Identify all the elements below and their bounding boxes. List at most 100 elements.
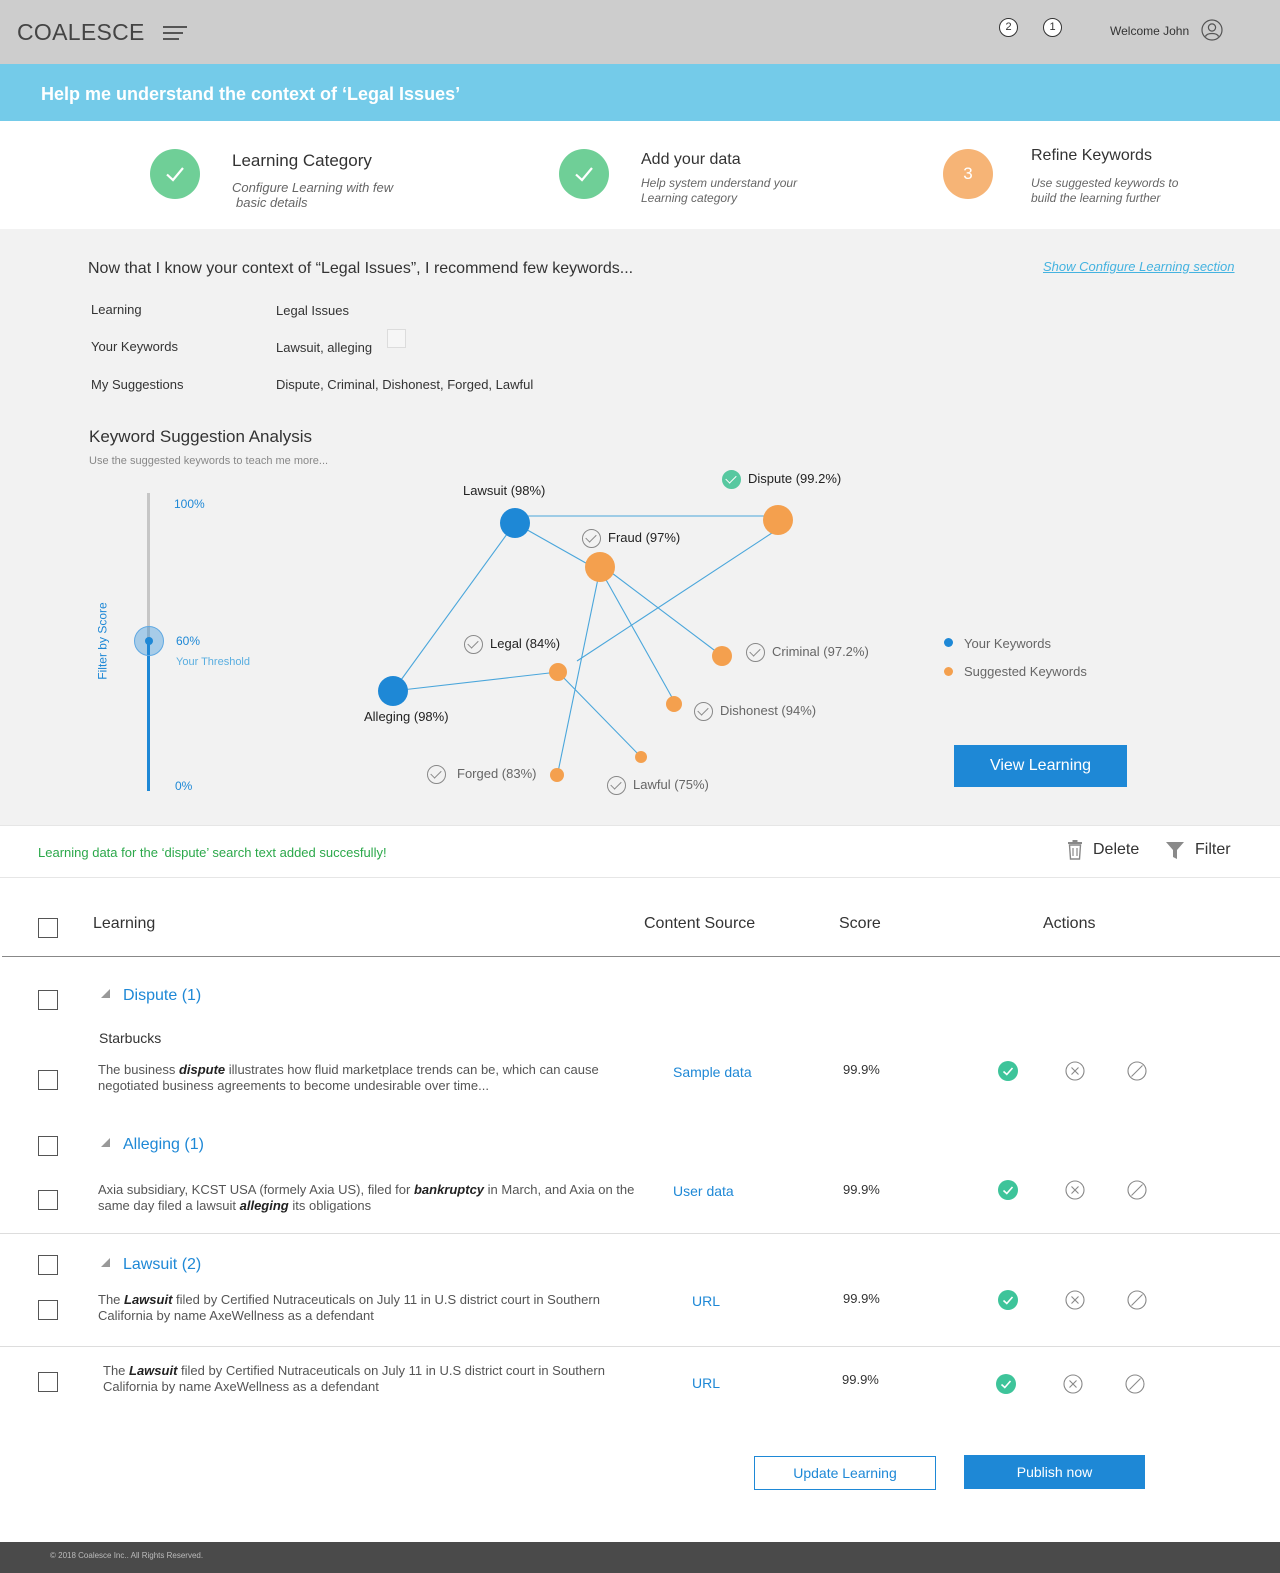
step-2-complete-icon <box>559 149 609 199</box>
group-toggle-dispute[interactable]: Dispute (1) <box>101 987 201 1005</box>
row-score: 99.9% <box>843 1062 880 1077</box>
delete-label: Delete <box>1093 841 1140 858</box>
col-header-actions: Actions <box>1043 915 1096 932</box>
step-1-complete-icon <box>150 149 200 199</box>
row-checkbox[interactable] <box>38 1070 58 1090</box>
col-header-learning[interactable]: Learning <box>93 915 155 933</box>
notification-badge-alerts[interactable]: 1 <box>1043 18 1062 37</box>
trash-icon <box>1068 840 1082 860</box>
node-label-forged[interactable]: Forged (83%) <box>427 765 536 784</box>
dishonest-check-icon[interactable] <box>694 702 713 721</box>
forged-check-icon[interactable] <box>427 765 446 784</box>
node-fraud[interactable] <box>585 552 615 582</box>
reject-icon[interactable] <box>1065 1180 1085 1200</box>
row-checkbox[interactable] <box>38 1300 58 1320</box>
dispute-selected-icon[interactable] <box>722 470 741 489</box>
col-header-score[interactable]: Score <box>839 915 881 933</box>
group-checkbox-lawsuit[interactable] <box>38 1255 58 1275</box>
node-label-lawful[interactable]: Lawful (75%) <box>607 776 709 795</box>
node-label-criminal[interactable]: Criminal (97.2%) <box>746 643 869 662</box>
row-checkbox[interactable] <box>38 1190 58 1210</box>
select-all-checkbox[interactable] <box>38 918 58 938</box>
group-checkbox-dispute[interactable] <box>38 990 58 1010</box>
block-icon[interactable] <box>1127 1180 1147 1200</box>
step-3-title[interactable]: Refine Keywords <box>1031 147 1152 165</box>
col-header-source[interactable]: Content Source <box>644 915 755 933</box>
welcome-text: Welcome John <box>1110 24 1190 38</box>
notification-badge-messages[interactable]: 2 <box>999 18 1018 37</box>
filter-label: Filter <box>1195 841 1231 858</box>
row-source-link[interactable]: URL <box>692 1375 720 1391</box>
reject-icon[interactable] <box>1065 1061 1085 1081</box>
row-source-link[interactable]: Sample data <box>673 1064 752 1080</box>
legend-suggested-keywords: Suggested Keywords <box>964 664 1087 679</box>
criminal-check-icon[interactable] <box>746 643 765 662</box>
node-forged[interactable] <box>550 768 564 782</box>
node-dishonest[interactable] <box>666 696 682 712</box>
context-banner: Help me understand the context of ‘Legal… <box>0 64 1280 121</box>
step-1-title[interactable]: Learning Category <box>232 151 372 171</box>
node-alleging[interactable] <box>378 676 408 706</box>
collapse-triangle-icon <box>101 989 110 998</box>
footer: © 2018 Coalesce Inc.. All Rights Reserve… <box>0 1542 1280 1573</box>
node-label-fraud[interactable]: Fraud (97%) <box>582 529 680 548</box>
node-label-lawsuit: Lawsuit (98%) <box>463 483 546 498</box>
row-description: The Lawsuit filed by Certified Nutraceut… <box>103 1363 605 1394</box>
node-label-dishonest[interactable]: Dishonest (94%) <box>694 702 816 721</box>
row-divider <box>0 1233 1280 1234</box>
menu-icon[interactable] <box>163 26 189 42</box>
approve-icon[interactable] <box>998 1290 1018 1310</box>
group-checkbox-alleging[interactable] <box>38 1136 58 1156</box>
fraud-check-icon[interactable] <box>582 529 601 548</box>
filter-icon <box>1166 842 1184 859</box>
legend-your-keywords: Your Keywords <box>964 636 1051 651</box>
reject-icon[interactable] <box>1063 1374 1083 1394</box>
step-2-title[interactable]: Add your data <box>641 151 741 169</box>
banner-title: Help me understand the context of ‘Legal… <box>41 84 461 104</box>
lawful-check-icon[interactable] <box>607 776 626 795</box>
update-learning-button[interactable]: Update Learning <box>754 1456 936 1490</box>
step-3-desc: Use suggested keywords to build the learn… <box>1031 176 1179 205</box>
block-icon[interactable] <box>1125 1374 1145 1394</box>
step-1-desc: Configure Learning with few basic details <box>232 180 394 210</box>
copyright-text: © 2018 Coalesce Inc.. All Rights Reserve… <box>50 1551 204 1560</box>
node-label-alleging: Alleging (98%) <box>364 709 449 724</box>
collapse-triangle-icon <box>101 1138 110 1147</box>
row-checkbox[interactable] <box>38 1372 58 1392</box>
approve-icon[interactable] <box>996 1374 1016 1394</box>
row-score: 99.9% <box>843 1182 880 1197</box>
node-criminal[interactable] <box>712 646 732 666</box>
approve-icon[interactable] <box>998 1180 1018 1200</box>
filter-button[interactable]: Filter <box>1165 840 1231 860</box>
group-toggle-alleging[interactable]: Alleging (1) <box>101 1136 204 1154</box>
keyword-analysis-panel: Now that I know your context of “Legal I… <box>0 229 1280 825</box>
node-lawsuit[interactable] <box>500 508 530 538</box>
app-logo[interactable]: COALESCE <box>17 19 145 46</box>
status-bar: Learning data for the ‘dispute’ search t… <box>0 825 1280 878</box>
block-icon[interactable] <box>1127 1290 1147 1310</box>
reject-icon[interactable] <box>1065 1290 1085 1310</box>
step-3-number: 3 <box>943 149 993 199</box>
step-2-desc: Help system understand your Learning cate… <box>641 176 798 205</box>
publish-now-button[interactable]: Publish now <box>964 1455 1145 1489</box>
approve-icon[interactable] <box>998 1061 1018 1081</box>
keyword-graph <box>378 505 793 782</box>
node-label-legal[interactable]: Legal (84%) <box>464 635 560 654</box>
legend-suggested-dot <box>944 667 953 676</box>
block-icon[interactable] <box>1127 1061 1147 1081</box>
delete-button[interactable]: Delete <box>1067 840 1139 860</box>
row-divider <box>0 1346 1280 1347</box>
row-description: The Lawsuit filed by Certified Nutraceut… <box>98 1292 600 1323</box>
node-dispute[interactable] <box>763 505 793 535</box>
node-label-dispute[interactable]: Dispute (99.2%) <box>722 470 841 489</box>
top-bar: COALESCE 2 1 Welcome John <box>0 0 1280 64</box>
row-source-link[interactable]: User data <box>673 1183 734 1199</box>
node-lawful[interactable] <box>635 751 647 763</box>
user-avatar-icon[interactable] <box>1201 19 1223 41</box>
row-source-link[interactable]: URL <box>692 1293 720 1309</box>
legal-check-icon[interactable] <box>464 635 483 654</box>
group-toggle-lawsuit[interactable]: Lawsuit (2) <box>101 1256 201 1274</box>
row-description: The business dispute illustrates how flu… <box>98 1062 599 1093</box>
node-legal[interactable] <box>549 663 567 681</box>
view-learning-button[interactable]: View Learning <box>954 745 1127 787</box>
